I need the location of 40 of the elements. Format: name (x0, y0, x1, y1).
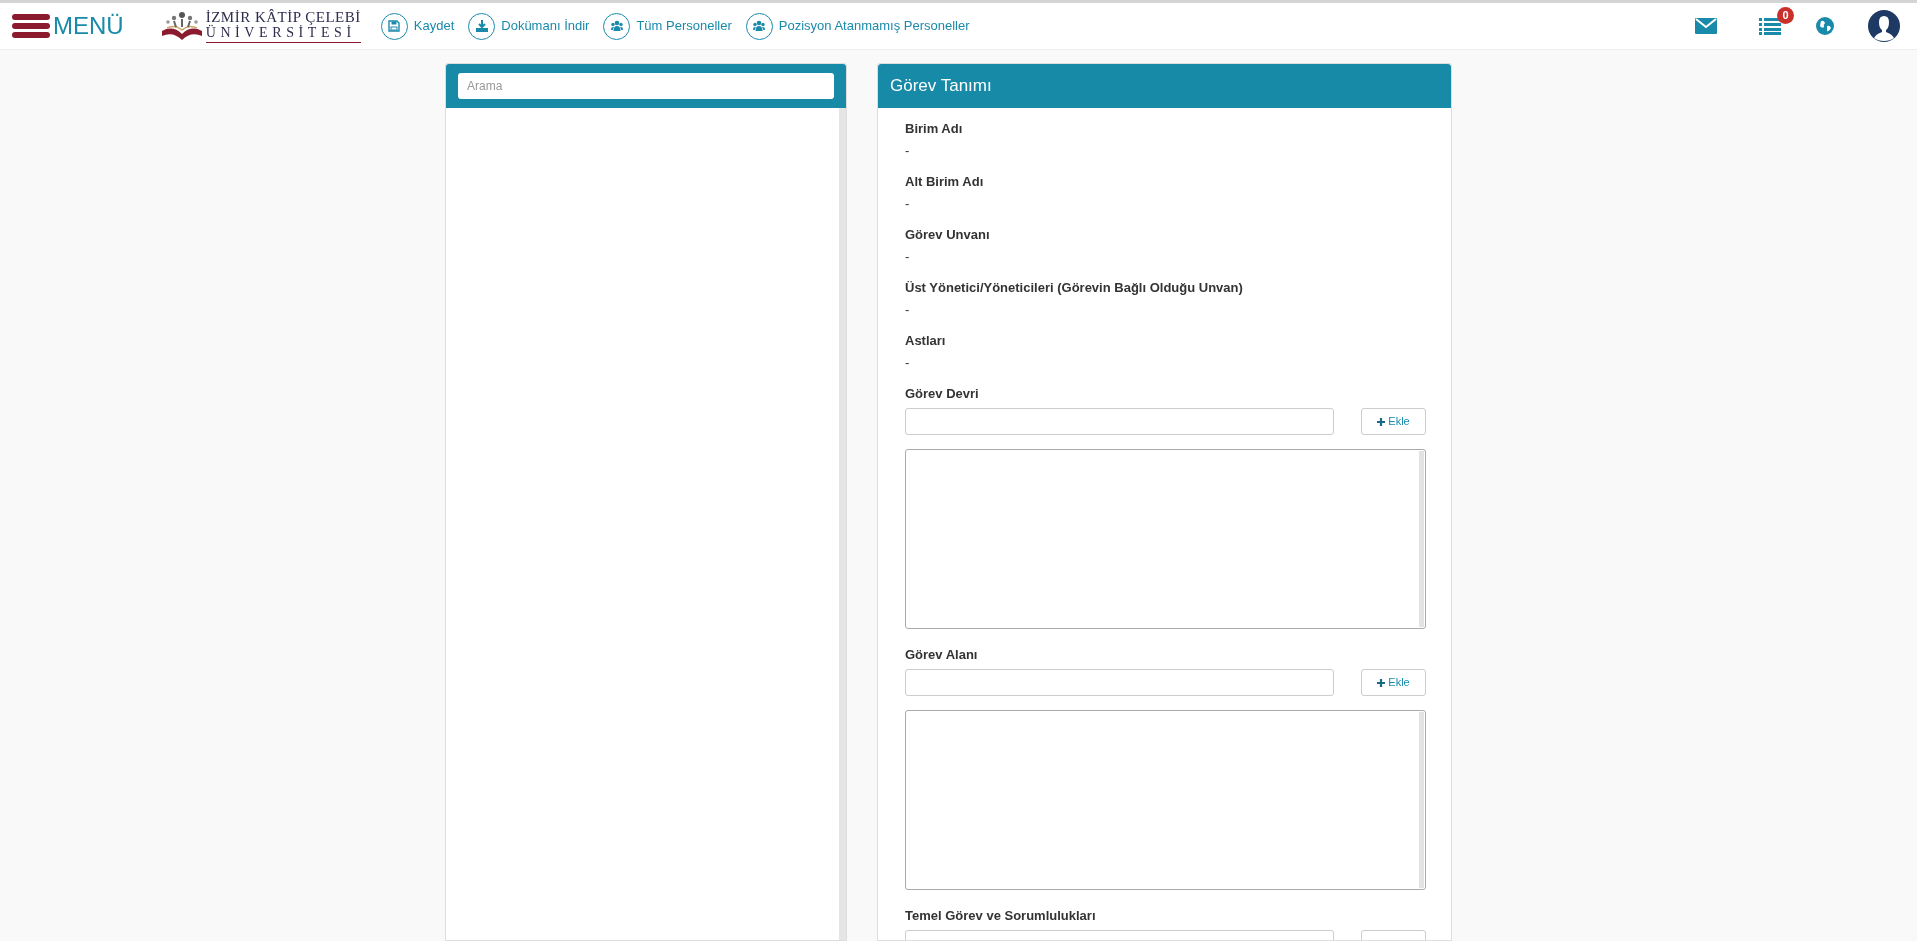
scrollbar[interactable] (1419, 451, 1424, 627)
logo-title: İZMİR KÂTİP ÇELEBİ (205, 9, 361, 25)
field-label: Görev Alanı (905, 646, 978, 664)
panel-title: Görev Tanımı (890, 75, 992, 98)
list-box[interactable] (905, 449, 1426, 629)
list-box[interactable] (905, 710, 1426, 890)
field-value: - (905, 195, 910, 213)
add-button[interactable]: Ekle (1361, 669, 1426, 696)
notification-badge: 0 (1777, 7, 1794, 24)
add-button[interactable]: Ekle (1361, 408, 1426, 435)
field-label: Görev Unvanı (905, 226, 990, 244)
field-value: - (905, 142, 910, 160)
list-icon[interactable] (1759, 17, 1781, 35)
field-label: Üst Yönetici/Yöneticileri (Görevin Bağlı Olduğu Unvan) (905, 279, 1243, 297)
toolbar-link[interactable]: Kaydet (380, 12, 455, 40)
field-value: - (905, 354, 910, 372)
plus-icon (1377, 417, 1386, 426)
field-value: - (905, 248, 910, 266)
university-logo[interactable]: İZMİR KÂTİP ÇELEBİ ÜNİVERSİTESİ (158, 7, 361, 45)
menu-button[interactable]: MENÜ (12, 13, 124, 39)
plus-icon (1377, 678, 1386, 687)
user-avatar-icon[interactable] (1868, 10, 1900, 42)
mail-icon[interactable] (1695, 18, 1717, 34)
toolbar-link[interactable]: Pozisyon Atanmamış Personeller (745, 12, 970, 40)
toolbar-link[interactable]: Tüm Personeller (603, 12, 732, 40)
logo-subtitle: ÜNİVERSİTESİ (205, 25, 357, 41)
scrollbar[interactable] (1419, 712, 1424, 888)
scrollbar[interactable] (839, 108, 846, 940)
field-label: Görev Devri (905, 385, 979, 403)
menu-icon (12, 13, 50, 39)
input-field[interactable] (905, 669, 1334, 696)
field-label: Temel Görev ve Sorumlulukları (905, 907, 1096, 925)
field-label: Birim Adı (905, 120, 963, 138)
toolbar-link[interactable]: Dokümanı İndir (468, 12, 590, 40)
field-label: Astları (905, 332, 946, 350)
globe-icon[interactable] (1816, 17, 1834, 35)
input-field[interactable] (905, 408, 1334, 435)
field-label: Alt Birim Adı (905, 173, 984, 191)
search-field[interactable]: Arama (458, 73, 834, 99)
field-value: - (905, 301, 910, 319)
